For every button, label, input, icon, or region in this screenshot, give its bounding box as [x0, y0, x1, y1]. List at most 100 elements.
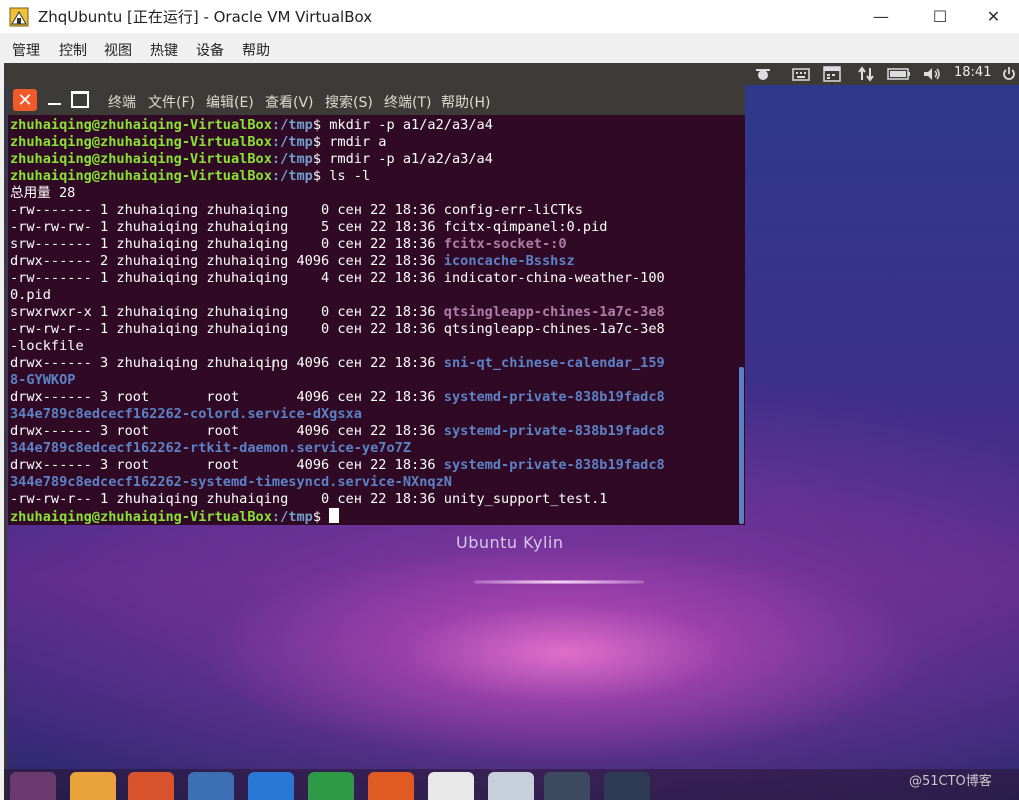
listing-row-continued: 8-GYWKOP: [10, 372, 738, 389]
menu-help[interactable]: 帮助: [242, 40, 270, 60]
listing-row-continued: 344e789c8edcecf162262-colord.service-dXg…: [10, 406, 738, 423]
listing-meta: -rw------- 1 zhuhaiqing zhuhaiqing 0 сен…: [10, 202, 444, 218]
listing-name: systemd-private-838b19fadc8: [443, 423, 665, 439]
keyboard-icon[interactable]: [790, 65, 812, 83]
listing-name: systemd-private-838b19fadc8: [443, 457, 665, 473]
clock[interactable]: 18:41: [954, 65, 991, 80]
listing-row: drwx------ 3 root root 4096 сен 22 18:36…: [10, 457, 738, 474]
terminal-maximize-button[interactable]: [71, 91, 89, 108]
close-icon: ✕: [17, 89, 33, 111]
indicator-icon[interactable]: [752, 65, 774, 83]
terminal-minimize-button[interactable]: [45, 89, 65, 111]
wps-presentation-icon[interactable]: [368, 772, 414, 800]
listing-row: srwxrwxr-x 1 zhuhaiqing zhuhaiqing 0 сен…: [10, 304, 738, 321]
power-icon[interactable]: [1001, 65, 1017, 83]
minimize-button[interactable]: —: [850, 0, 912, 33]
terminal-app-icon[interactable]: [604, 772, 650, 800]
wps-writer-icon[interactable]: [248, 772, 294, 800]
listing-name: fcitx-socket-:0: [443, 236, 567, 252]
command-text: mkdir -p a1/a2/a3/a4: [329, 117, 493, 133]
prompt-path: :/tmp: [271, 151, 313, 167]
listing-name-continued: 8-GYWKOP: [10, 372, 76, 388]
listing-row-continued: 0.pid: [10, 287, 738, 304]
listing-meta: drwx------ 3 root root 4096 сен 22 18:36: [10, 423, 444, 439]
prompt-line: zhuhaiqing@zhuhaiqing-VirtualBox:/tmp$ r…: [10, 151, 738, 168]
listing-row-continued: 344e789c8edcecf162262-systemd-timesyncd.…: [10, 474, 738, 491]
listing-row: drwx------ 2 zhuhaiqing zhuhaiqing 4096 …: [10, 253, 738, 270]
terminal-titlebar: ✕ 终端 文件(F) 编辑(E) 查看(V) 搜索(S) 终端(T) 帮助(H): [8, 85, 745, 115]
prompt-symbol: $: [312, 168, 330, 184]
network-arrows-icon[interactable]: [855, 65, 877, 83]
menu-file[interactable]: 文件(F): [148, 92, 195, 112]
vbox-menubar: 管理 控制 视图 热键 设备 帮助: [0, 33, 1019, 63]
maximize-button[interactable]: ☐: [909, 0, 971, 33]
prompt-user: zhuhaiqing@zhuhaiqing-VirtualBox: [10, 151, 272, 167]
wallpaper-glow: [474, 580, 644, 584]
listing-meta: -rw-rw-rw- 1 zhuhaiqing zhuhaiqing 5 сен…: [10, 219, 444, 235]
menu-devices[interactable]: 设备: [196, 40, 224, 60]
listing-row-continued: 344e789c8edcecf162262-rtkit-daemon.servi…: [10, 440, 738, 457]
terminal-close-button[interactable]: ✕: [13, 89, 37, 111]
prompt-line: zhuhaiqing@zhuhaiqing-VirtualBox:/tmp$ m…: [10, 117, 738, 134]
menu-hotkey[interactable]: 热键: [150, 40, 178, 60]
prompt-path: :/tmp: [271, 117, 313, 133]
menu-control[interactable]: 控制: [59, 40, 87, 60]
editor-icon[interactable]: [544, 772, 590, 800]
software-center-icon[interactable]: [428, 772, 474, 800]
watermark: @51CTO博客: [909, 774, 992, 789]
menu-manage[interactable]: 管理: [12, 40, 40, 60]
terminal-output[interactable]: zhuhaiqing@zhuhaiqing-VirtualBox:/tmp$ m…: [10, 117, 738, 525]
menu-search[interactable]: 搜索(S): [325, 92, 373, 112]
menu-view[interactable]: 查看(V): [265, 92, 314, 112]
text-cursor-ibeam-icon: I: [271, 359, 276, 375]
listing-row: -rw-rw-r-- 1 zhuhaiqing zhuhaiqing 0 сен…: [10, 491, 738, 508]
prompt-user: zhuhaiqing@zhuhaiqing-VirtualBox: [10, 134, 272, 150]
menu-view[interactable]: 视图: [104, 40, 132, 60]
launcher-edge: [4, 85, 7, 800]
listing-meta: srwxrwxr-x 1 zhuhaiqing zhuhaiqing 0 сен…: [10, 304, 444, 320]
terminal-scrollbar[interactable]: [739, 367, 744, 524]
prompt-path: :/tmp: [271, 509, 313, 525]
prompt-user: zhuhaiqing@zhuhaiqing-VirtualBox: [10, 168, 272, 184]
command-text: rmdir a: [329, 134, 387, 150]
listing-meta: drwx------ 3 root root 4096 сен 22 18:36: [10, 457, 444, 473]
listing-meta: drwx------ 3 zhuhaiqing zhuhaiqing 4096 …: [10, 355, 444, 371]
system-settings-icon[interactable]: [488, 772, 534, 800]
prompt-path: :/tmp: [271, 134, 313, 150]
prompt-line: zhuhaiqing@zhuhaiqing-VirtualBox:/tmp$ r…: [10, 134, 738, 151]
prompt-symbol: $: [312, 117, 330, 133]
browser-icon[interactable]: [188, 772, 234, 800]
wps-spreadsheet-icon[interactable]: [308, 772, 354, 800]
firefox-icon[interactable]: [128, 772, 174, 800]
listing-name: fcitx-qimpanel:0.pid: [443, 219, 608, 235]
menu-terminal[interactable]: 终端(T): [384, 92, 431, 112]
window-title: ZhqUbuntu [正在运行] - Oracle VM VirtualBox: [38, 8, 373, 26]
terminal-cursor: [329, 508, 340, 523]
listing-meta: -rw-rw-r-- 1 zhuhaiqing zhuhaiqing 0 сен…: [10, 321, 444, 337]
close-button[interactable]: ✕: [968, 0, 1019, 33]
listing-row: -rw-rw-rw- 1 zhuhaiqing zhuhaiqing 5 сен…: [10, 219, 738, 236]
listing-row: -rw------- 1 zhuhaiqing zhuhaiqing 0 сен…: [10, 202, 738, 219]
listing-meta: -rw------- 1 zhuhaiqing zhuhaiqing 4 сен…: [10, 270, 444, 286]
battery-icon[interactable]: [886, 65, 912, 83]
dash-icon[interactable]: [10, 772, 56, 800]
prompt-line: zhuhaiqing@zhuhaiqing-VirtualBox:/tmp$ l…: [10, 168, 738, 185]
files-icon[interactable]: [70, 772, 116, 800]
listing-row: drwx------ 3 root root 4096 сен 22 18:36…: [10, 389, 738, 406]
ubuntu-top-panel: 18:41: [4, 63, 1019, 85]
menu-edit[interactable]: 编辑(E): [206, 92, 254, 112]
volume-icon[interactable]: [921, 65, 943, 83]
prompt-symbol: $: [312, 509, 330, 525]
vbox-titlebar: ZhqUbuntu [正在运行] - Oracle VM VirtualBox …: [0, 0, 1019, 33]
command-text: ls -l: [329, 168, 371, 184]
listing-meta: -rw-rw-r-- 1 zhuhaiqing zhuhaiqing 0 сен…: [10, 491, 444, 507]
dock: [4, 769, 1019, 800]
listing-name: qtsingleapp-chines-1a7c-3e8: [443, 304, 665, 320]
listing-row: srw------- 1 zhuhaiqing zhuhaiqing 0 сен…: [10, 236, 738, 253]
calendar-icon[interactable]: [821, 65, 843, 83]
listing-meta: srw------- 1 zhuhaiqing zhuhaiqing 0 сен…: [10, 236, 444, 252]
listing-name: qtsingleapp-chines-1a7c-3e8: [443, 321, 665, 337]
menu-help[interactable]: 帮助(H): [441, 92, 490, 112]
listing-name: unity_support_test.1: [443, 491, 608, 507]
close-icon: ✕: [986, 7, 1001, 26]
